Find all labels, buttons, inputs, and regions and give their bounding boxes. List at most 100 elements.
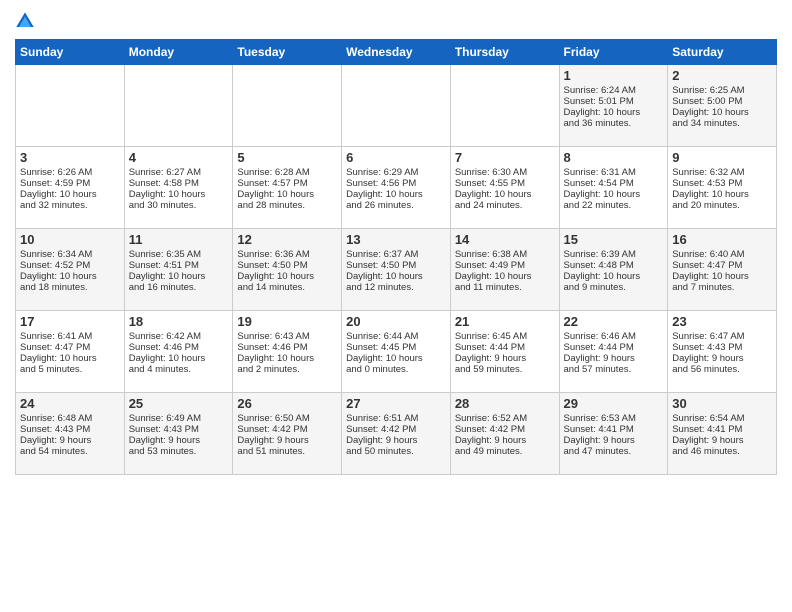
day-info: Daylight: 10 hours [129, 271, 229, 282]
day-info: Daylight: 10 hours [672, 189, 772, 200]
day-number: 18 [129, 314, 229, 329]
day-info: Sunset: 4:53 PM [672, 178, 772, 189]
day-info: Sunset: 4:46 PM [129, 342, 229, 353]
day-info: Sunrise: 6:54 AM [672, 413, 772, 424]
day-cell: 17Sunrise: 6:41 AMSunset: 4:47 PMDayligh… [16, 311, 125, 393]
day-info: Sunset: 4:54 PM [564, 178, 664, 189]
day-info: Daylight: 9 hours [455, 435, 555, 446]
day-info: and 24 minutes. [455, 200, 555, 211]
day-info: and 36 minutes. [564, 118, 664, 129]
week-row-2: 3Sunrise: 6:26 AMSunset: 4:59 PMDaylight… [16, 147, 777, 229]
day-info: Sunset: 4:58 PM [129, 178, 229, 189]
column-header-monday: Monday [124, 40, 233, 65]
day-info: Sunrise: 6:26 AM [20, 167, 120, 178]
day-number: 30 [672, 396, 772, 411]
day-info: Daylight: 9 hours [564, 435, 664, 446]
day-number: 21 [455, 314, 555, 329]
column-header-sunday: Sunday [16, 40, 125, 65]
day-info: Sunset: 4:41 PM [564, 424, 664, 435]
day-number: 1 [564, 68, 664, 83]
week-row-1: 1Sunrise: 6:24 AMSunset: 5:01 PMDaylight… [16, 65, 777, 147]
day-info: Sunrise: 6:30 AM [455, 167, 555, 178]
day-info: Daylight: 10 hours [564, 189, 664, 200]
day-number: 6 [346, 150, 446, 165]
day-info: Daylight: 9 hours [237, 435, 337, 446]
day-number: 7 [455, 150, 555, 165]
day-number: 16 [672, 232, 772, 247]
day-info: Sunrise: 6:34 AM [20, 249, 120, 260]
day-info: Sunset: 4:42 PM [346, 424, 446, 435]
day-info: Daylight: 9 hours [129, 435, 229, 446]
day-cell [233, 65, 342, 147]
day-info: Sunset: 4:48 PM [564, 260, 664, 271]
day-number: 19 [237, 314, 337, 329]
day-info: Sunrise: 6:48 AM [20, 413, 120, 424]
day-cell: 8Sunrise: 6:31 AMSunset: 4:54 PMDaylight… [559, 147, 668, 229]
day-info: Sunset: 5:00 PM [672, 96, 772, 107]
column-header-saturday: Saturday [668, 40, 777, 65]
calendar-table: SundayMondayTuesdayWednesdayThursdayFrid… [15, 39, 777, 475]
day-info: Daylight: 10 hours [237, 271, 337, 282]
day-info: Sunset: 4:49 PM [455, 260, 555, 271]
day-info: Sunrise: 6:49 AM [129, 413, 229, 424]
day-number: 27 [346, 396, 446, 411]
calendar-header-row: SundayMondayTuesdayWednesdayThursdayFrid… [16, 40, 777, 65]
day-info: Daylight: 10 hours [455, 189, 555, 200]
day-cell: 25Sunrise: 6:49 AMSunset: 4:43 PMDayligh… [124, 393, 233, 475]
day-number: 22 [564, 314, 664, 329]
day-cell: 11Sunrise: 6:35 AMSunset: 4:51 PMDayligh… [124, 229, 233, 311]
day-info: Sunrise: 6:53 AM [564, 413, 664, 424]
day-info: and 32 minutes. [20, 200, 120, 211]
day-cell: 12Sunrise: 6:36 AMSunset: 4:50 PMDayligh… [233, 229, 342, 311]
day-number: 11 [129, 232, 229, 247]
day-info: and 26 minutes. [346, 200, 446, 211]
day-info: and 14 minutes. [237, 282, 337, 293]
day-info: and 53 minutes. [129, 446, 229, 457]
day-number: 4 [129, 150, 229, 165]
day-info: Sunset: 4:59 PM [20, 178, 120, 189]
day-cell: 29 Sunrise: 6:53 AMSunset: 4:41 PMDayligh… [559, 393, 668, 475]
day-cell [124, 65, 233, 147]
day-info: and 49 minutes. [455, 446, 555, 457]
day-cell: 24Sunrise: 6:48 AMSunset: 4:43 PMDayligh… [16, 393, 125, 475]
day-info: Sunrise: 6:36 AM [237, 249, 337, 260]
day-info: and 16 minutes. [129, 282, 229, 293]
day-info: Sunrise: 6:37 AM [346, 249, 446, 260]
day-info: and 7 minutes. [672, 282, 772, 293]
day-info: Sunrise: 6:52 AM [455, 413, 555, 424]
day-cell: 9Sunrise: 6:32 AMSunset: 4:53 PMDaylight… [668, 147, 777, 229]
day-cell [16, 65, 125, 147]
day-info: Sunset: 4:57 PM [237, 178, 337, 189]
day-number: 29 [564, 396, 664, 411]
day-info: Sunset: 4:46 PM [237, 342, 337, 353]
day-info: and 28 minutes. [237, 200, 337, 211]
day-info: and 46 minutes. [672, 446, 772, 457]
day-info: and 4 minutes. [129, 364, 229, 375]
day-number: 5 [237, 150, 337, 165]
day-cell: 14Sunrise: 6:38 AMSunset: 4:49 PMDayligh… [450, 229, 559, 311]
day-info: Sunrise: 6:47 AM [672, 331, 772, 342]
day-info: Sunrise: 6:38 AM [455, 249, 555, 260]
page-container: SundayMondayTuesdayWednesdayThursdayFrid… [0, 0, 792, 485]
day-info: Sunset: 4:47 PM [20, 342, 120, 353]
day-number: 15 [564, 232, 664, 247]
day-info: Sunset: 4:50 PM [346, 260, 446, 271]
day-info: and 47 minutes. [564, 446, 664, 457]
day-info: Sunrise: 6:43 AM [237, 331, 337, 342]
day-info: Daylight: 10 hours [672, 271, 772, 282]
day-info: Sunrise: 6:28 AM [237, 167, 337, 178]
day-info: Daylight: 10 hours [20, 271, 120, 282]
day-info: Daylight: 9 hours [20, 435, 120, 446]
column-header-friday: Friday [559, 40, 668, 65]
day-info: Sunset: 4:43 PM [20, 424, 120, 435]
day-info: Sunset: 4:42 PM [455, 424, 555, 435]
day-info: Sunrise: 6:24 AM [564, 85, 664, 96]
day-info: Sunrise: 6:40 AM [672, 249, 772, 260]
day-info: Sunrise: 6:45 AM [455, 331, 555, 342]
day-info: Sunset: 4:51 PM [129, 260, 229, 271]
day-cell: 23Sunrise: 6:47 AMSunset: 4:43 PMDayligh… [668, 311, 777, 393]
day-cell: 3Sunrise: 6:26 AMSunset: 4:59 PMDaylight… [16, 147, 125, 229]
day-cell: 10Sunrise: 6:34 AMSunset: 4:52 PMDayligh… [16, 229, 125, 311]
day-cell [342, 65, 451, 147]
day-info: Daylight: 10 hours [672, 107, 772, 118]
